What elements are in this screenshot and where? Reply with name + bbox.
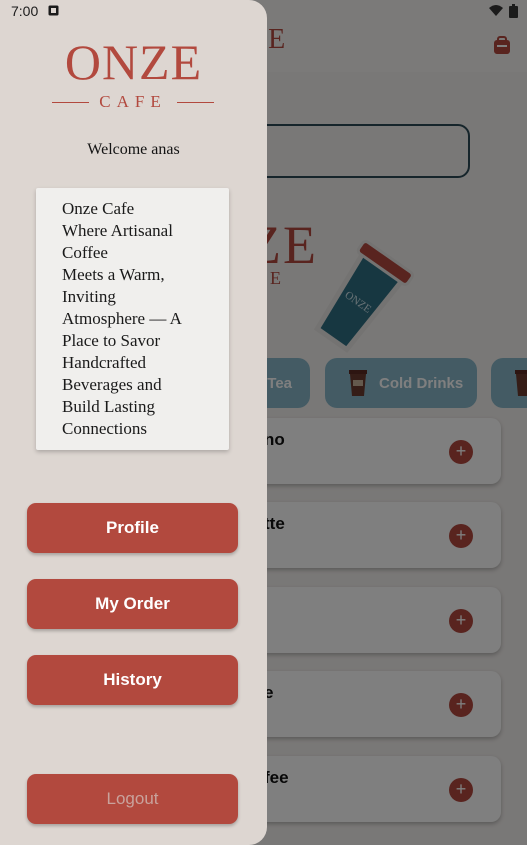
tagline-card: Onze Cafe Where Artisanal Coffee Meets a… [36,188,229,450]
my-order-button[interactable]: My Order [27,579,238,629]
logo-cafe-text: CAFE [99,92,167,111]
navigation-drawer: ONZE CAFE Welcome anas Onze Cafe Where A… [0,0,267,845]
history-button[interactable]: History [27,655,238,705]
status-icons [489,4,518,18]
tagline-line: Beverages and [62,375,162,394]
notification-icon [48,5,59,16]
drawer-logo: ONZE [64,34,203,90]
logo-divider [176,101,214,103]
status-time: 7:00 [11,3,39,19]
welcome-text: Welcome anas [87,141,180,158]
tagline-line: Where Artisanal [62,221,173,240]
tagline-line: Place to Savor [62,331,161,350]
tagline-line: Inviting [62,287,116,306]
status-bar: 7:00 [0,0,527,24]
tagline-line: Meets a Warm, [62,265,165,284]
logo-divider [52,101,90,103]
tagline-line: Handcrafted [62,353,147,372]
tagline-line: Coffee [62,243,108,262]
drawer-logo-subtitle: CAFE [52,92,214,112]
logout-button[interactable]: Logout [27,774,238,824]
battery-icon [509,4,518,18]
wifi-icon [489,5,503,16]
tagline-line: Atmosphere — A [62,309,182,328]
tagline-line: Onze Cafe [62,199,135,218]
profile-button[interactable]: Profile [27,503,238,553]
tagline-line: Build Lasting [62,397,156,416]
tagline-line: Connections [62,419,147,438]
